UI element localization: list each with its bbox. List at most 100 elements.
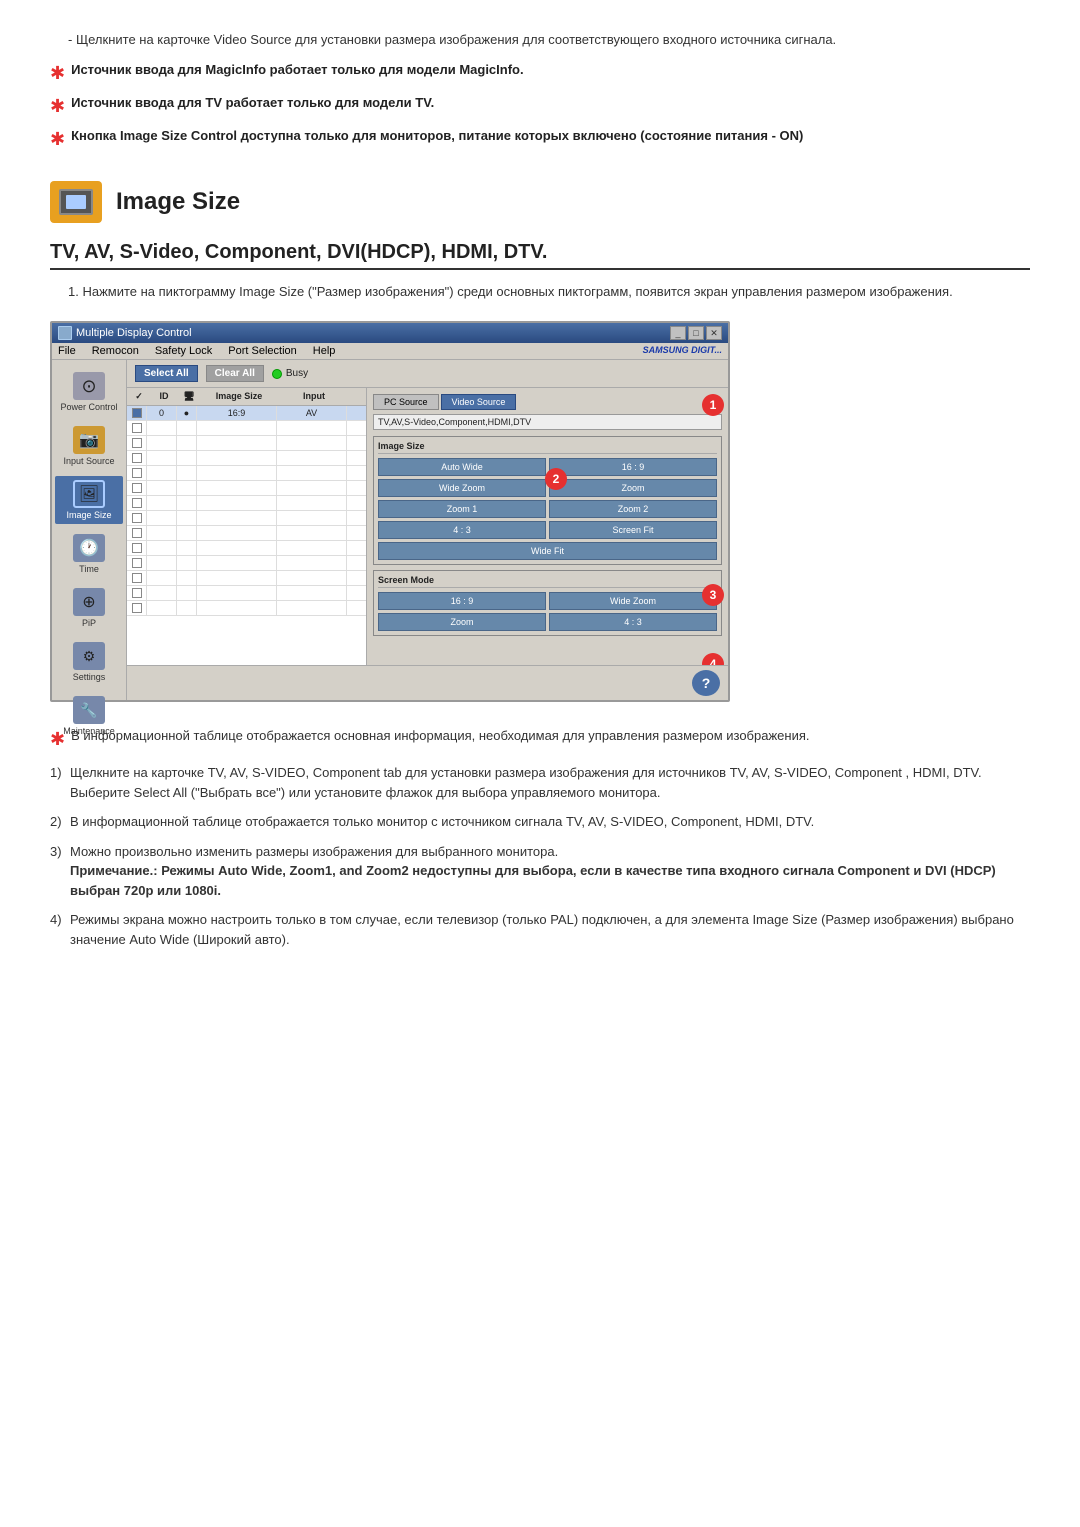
close-button[interactable]: ✕ [706, 326, 722, 340]
power-control-label: Power Control [60, 402, 117, 412]
restore-button[interactable]: □ [688, 326, 704, 340]
table-row[interactable] [127, 496, 366, 511]
table-row[interactable] [127, 556, 366, 571]
screen-fit-button[interactable]: Screen Fit [549, 521, 717, 539]
sidebar-item-image-size[interactable]: 🖼 Image Size [55, 476, 123, 524]
star-icon-1: ✱ [50, 60, 65, 87]
zoom-button[interactable]: Zoom [549, 479, 717, 497]
input-source-icon: 📷 [73, 426, 105, 454]
col-input: Input [279, 390, 349, 403]
sidebar-item-pip[interactable]: ⊕ PiP [55, 584, 123, 632]
app-title: Multiple Display Control [76, 327, 192, 339]
sidebar-item-time[interactable]: 🕐 Time [55, 530, 123, 578]
source-list: TV,AV,S-Video,Component,HDMI,DTV [373, 414, 722, 430]
bullet-item-1: ✱ Источник ввода для MagicInfo работает … [50, 60, 1030, 87]
table-row[interactable] [127, 601, 366, 616]
ratio-16-9-button[interactable]: 16 : 9 [549, 458, 717, 476]
app-window: Multiple Display Control _ □ ✕ File Remo… [50, 321, 730, 702]
table-row[interactable] [127, 586, 366, 601]
table-row[interactable] [127, 436, 366, 451]
ann-item-3: 3) Можно произвольно изменить размеры из… [50, 842, 1030, 901]
app-body: ⊙ Power Control 📷 Input Source 🖼 Image S… [52, 360, 728, 700]
bottom-bar: ? [127, 665, 728, 700]
section-icon [50, 181, 102, 223]
clear-all-button[interactable]: Clear All [206, 365, 264, 382]
wide-fit-button[interactable]: Wide Fit [378, 542, 717, 560]
bullet-item-2: ✱ Источник ввода для TV работает только … [50, 93, 1030, 120]
sub-heading: TV, AV, S-Video, Component, DVI(HDCP), H… [50, 241, 1030, 270]
ratio-4-3-button[interactable]: 4 : 3 [378, 521, 546, 539]
image-size-panel-title: Image Size [378, 441, 717, 454]
zoom2-button[interactable]: Zoom 2 [549, 500, 717, 518]
table-row[interactable] [127, 466, 366, 481]
menu-file[interactable]: File [58, 345, 76, 357]
intro-line1: - Щелкните на карточке Video Source для … [68, 30, 1030, 50]
table-row[interactable] [127, 571, 366, 586]
zoom1-button[interactable]: Zoom 1 [378, 500, 546, 518]
star-icon-2: ✱ [50, 93, 65, 120]
badge-3: 3 [702, 584, 724, 606]
screen-mode-4-3-button[interactable]: 4 : 3 [549, 613, 717, 631]
image-size-panel: Image Size Auto Wide 16 : 9 Wide Zoom Zo… [373, 436, 722, 565]
screen-mode-title: Screen Mode [378, 575, 717, 588]
row-id: 0 [147, 406, 177, 420]
content-area: ✓ ID 🖥 Image Size Input 0 ● 16:9 AV [127, 388, 728, 665]
auto-wide-button[interactable]: Auto Wide [378, 458, 546, 476]
menu-remocon[interactable]: Remocon [92, 345, 139, 357]
busy-dot [272, 369, 282, 379]
badge-1: 1 [702, 394, 724, 416]
table-row[interactable] [127, 481, 366, 496]
table-row[interactable] [127, 451, 366, 466]
image-size-icon: 🖼 [73, 480, 105, 508]
minimize-button[interactable]: _ [670, 326, 686, 340]
title-bar-controls[interactable]: _ □ ✕ [670, 326, 722, 340]
help-button[interactable]: ? [692, 670, 720, 696]
badge-2: 2 [545, 468, 567, 490]
time-label: Time [79, 564, 99, 574]
bullet-text-3: Кнопка Image Size Control доступна тольк… [71, 126, 803, 146]
tab-video-source[interactable]: Video Source [441, 394, 517, 410]
table-row[interactable] [127, 541, 366, 556]
sidebar-item-power-control[interactable]: ⊙ Power Control [55, 368, 123, 416]
col-check: ✓ [129, 390, 149, 403]
power-control-icon: ⊙ [73, 372, 105, 400]
table-header: ✓ ID 🖥 Image Size Input [127, 388, 366, 406]
table-row[interactable] [127, 526, 366, 541]
tab-pc-source[interactable]: PC Source [373, 394, 439, 410]
table-row[interactable] [127, 511, 366, 526]
pip-icon: ⊕ [73, 588, 105, 616]
samsung-logo: SAMSUNG DIGIT... [643, 345, 722, 357]
window-icon [58, 326, 72, 340]
screen-mode-16-9-button[interactable]: 16 : 9 [378, 592, 546, 610]
row-checkbox[interactable] [127, 406, 147, 420]
menu-help[interactable]: Help [313, 345, 336, 357]
wide-zoom-button[interactable]: Wide Zoom [378, 479, 546, 497]
select-all-button[interactable]: Select All [135, 365, 198, 382]
main-area: Select All Clear All Busy ✓ ID 🖥 Image S… [127, 360, 728, 700]
table-row[interactable]: 0 ● 16:9 AV [127, 406, 366, 421]
sidebar-item-input-source[interactable]: 📷 Input Source [55, 422, 123, 470]
section-header: Image Size [50, 181, 1030, 223]
image-size-label: Image Size [66, 510, 111, 520]
source-tabs: PC Source Video Source [373, 394, 722, 410]
ann-item-2-text: В информационной таблице отображается то… [70, 812, 1030, 832]
title-bar: Multiple Display Control _ □ ✕ [52, 323, 728, 343]
toolbar: Select All Clear All Busy [127, 360, 728, 388]
screen-mode-wide-zoom-button[interactable]: Wide Zoom [549, 592, 717, 610]
busy-label: Busy [286, 368, 308, 379]
bullet-text-2: Источник ввода для TV работает только дл… [71, 93, 434, 113]
col-id: ID [149, 390, 179, 403]
settings-label: Settings [73, 672, 106, 682]
ann-item-2: 2) В информационной таблице отображается… [50, 812, 1030, 832]
screen-mode-zoom-button[interactable]: Zoom [378, 613, 546, 631]
screen-mode-panel: Screen Mode 16 : 9 Wide Zoom Zoom 4 : 3 [373, 570, 722, 636]
ann-item-1: 1) Щелкните на карточке TV, AV, S-VIDEO,… [50, 763, 1030, 802]
annotations-section: ✱ В информационной таблице отображается … [50, 726, 1030, 949]
input-source-label: Input Source [63, 456, 114, 466]
sidebar-item-settings[interactable]: ⚙ Settings [55, 638, 123, 686]
menu-safety-lock[interactable]: Safety Lock [155, 345, 212, 357]
col-image-size: Image Size [199, 390, 279, 403]
table-row[interactable] [127, 421, 366, 436]
busy-indicator: Busy [272, 368, 308, 379]
menu-port-selection[interactable]: Port Selection [228, 345, 296, 357]
